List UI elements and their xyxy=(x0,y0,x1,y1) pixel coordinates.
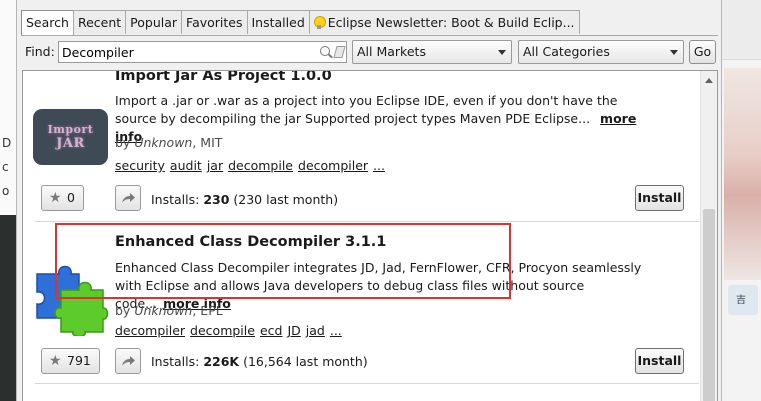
background-glyph: c xyxy=(2,160,9,174)
background-left-strip: D c o xyxy=(0,0,16,401)
background-right-strip: 吉 xyxy=(722,0,761,401)
install-button[interactable]: Install xyxy=(635,185,684,211)
entry-author: by Unknown, MIT xyxy=(115,135,222,150)
license: , MIT xyxy=(192,135,223,150)
favorite-button[interactable]: ★ 0 xyxy=(41,185,84,211)
favorite-count: 791 xyxy=(67,353,91,368)
categories-dropdown-value: All Categories xyxy=(523,44,610,59)
favorite-button[interactable]: ★ 791 xyxy=(41,348,100,374)
find-field[interactable] xyxy=(58,41,347,63)
tag-link[interactable]: audit xyxy=(170,158,202,173)
author-name: Unknown xyxy=(134,135,193,150)
installs-recent: (16,564 last month) xyxy=(239,354,368,369)
tab-recent[interactable]: Recent xyxy=(72,10,127,34)
entry-divider xyxy=(35,383,699,384)
background-badge: 吉 xyxy=(728,285,758,315)
markets-dropdown[interactable]: All Markets xyxy=(352,40,512,64)
tag-link[interactable]: jad xyxy=(306,323,325,338)
share-icon xyxy=(122,356,135,366)
installs-label: Installs: xyxy=(151,192,204,207)
tag-link[interactable]: security xyxy=(115,158,165,173)
entry-tags: security audit jar decompile decompiler... xyxy=(115,158,390,173)
marketplace-dialog: Search Recent Popular Favorites Installe… xyxy=(16,0,722,401)
clear-icon[interactable] xyxy=(333,46,346,58)
installs-total: 230 xyxy=(203,192,230,207)
star-icon: ★ xyxy=(49,190,62,206)
search-row: Find: All Markets All Categories Go xyxy=(23,40,717,64)
background-glyph: o xyxy=(2,184,10,198)
chevron-down-icon xyxy=(498,50,506,55)
result-entry-import-jar: Import Jar As Project 1.0.0 Import JAR I… xyxy=(23,70,701,216)
installs-info: Installs: 230 (230 last month) xyxy=(151,192,338,207)
lightbulb-icon xyxy=(313,16,326,29)
tab-favorites[interactable]: Favorites xyxy=(181,10,248,34)
installs-label: Installs: xyxy=(151,354,204,369)
background-header xyxy=(722,0,761,60)
chevron-down-icon xyxy=(670,50,678,55)
favorite-count: 0 xyxy=(67,190,75,205)
tab-divider xyxy=(21,35,718,36)
install-button[interactable]: Install xyxy=(635,348,684,374)
license: , EPL xyxy=(192,303,223,318)
tab-bar: Search Recent Popular Favorites Installe… xyxy=(21,10,580,36)
installs-total: 226K xyxy=(203,354,240,369)
scroll-up-icon[interactable] xyxy=(705,78,713,83)
share-button[interactable] xyxy=(115,185,141,211)
star-icon: ★ xyxy=(49,353,62,369)
tag-link[interactable]: decompiler xyxy=(115,323,185,338)
scrollbar-thumb[interactable] xyxy=(703,209,715,401)
highlight-box xyxy=(55,223,511,299)
entry-tags: decompiler decompile ecd JD jad... xyxy=(115,323,347,338)
results-scrollbar[interactable] xyxy=(700,71,717,401)
entry-description-text: Import a .jar or .war as a project into … xyxy=(115,93,618,126)
tag-link[interactable]: decompile xyxy=(228,158,293,173)
tag-more-link[interactable]: ... xyxy=(373,158,385,173)
tag-link[interactable]: JD xyxy=(287,323,300,338)
background-image xyxy=(724,68,761,280)
tag-link[interactable]: decompile xyxy=(190,323,255,338)
tab-newsletter-label: Eclipse Newsletter: Boot & Build Eclip..… xyxy=(327,15,575,30)
tab-popular[interactable]: Popular xyxy=(125,10,183,34)
tag-link[interactable]: decompiler xyxy=(298,158,368,173)
tag-link[interactable]: jar xyxy=(207,158,223,173)
author-name: Unknown xyxy=(134,303,193,318)
tag-more-link[interactable]: ... xyxy=(330,323,342,338)
background-glyph: D xyxy=(2,136,12,150)
search-input[interactable] xyxy=(59,42,309,62)
installs-info: Installs: 226K (16,564 last month) xyxy=(151,354,368,369)
tab-installed[interactable]: Installed xyxy=(246,10,310,34)
share-icon xyxy=(122,193,135,203)
entry-author: by Unknown, EPL xyxy=(115,303,223,318)
by-label: by xyxy=(115,135,131,150)
categories-dropdown[interactable]: All Categories xyxy=(518,40,684,64)
entry-title: Import Jar As Project 1.0.0 xyxy=(115,70,332,84)
markets-dropdown-value: All Markets xyxy=(357,44,426,59)
find-label: Find: xyxy=(25,44,55,59)
logo-text: JAR xyxy=(56,136,85,151)
import-jar-logo: Import JAR xyxy=(33,109,108,165)
background-editor-area xyxy=(0,215,16,401)
share-button[interactable] xyxy=(115,348,141,374)
tag-link[interactable]: ecd xyxy=(260,323,283,338)
by-label: by xyxy=(115,303,131,318)
logo-text: Import xyxy=(47,123,94,136)
tab-newsletter[interactable]: Eclipse Newsletter: Boot & Build Eclip..… xyxy=(308,10,580,34)
background-badge-text: 吉 xyxy=(736,295,746,306)
search-icon[interactable] xyxy=(320,46,330,56)
go-button[interactable]: Go xyxy=(689,40,716,64)
installs-recent: (230 last month) xyxy=(229,192,339,207)
tab-search[interactable]: Search xyxy=(21,10,74,36)
